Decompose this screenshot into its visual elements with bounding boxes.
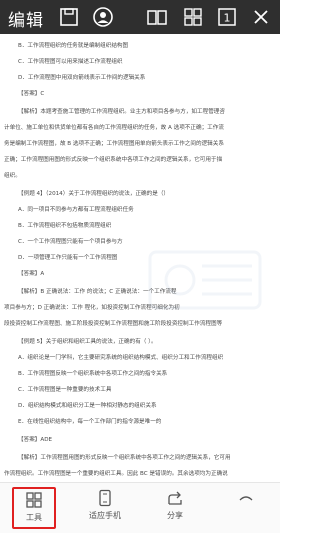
collapse-button[interactable] [224,487,268,529]
doc-line: 段投资控制工作流程图、施工阶段投资控制工作流程图和施工阶段投资控制工作流程图等 [4,321,223,327]
doc-line: A．同一项目不同参与方都有工程流程组织任务 [18,207,134,213]
doc-line: 【解析】本题考查施工管理的工作流程组织。业主方和项目各参与方，如工程管理咨 [18,109,225,115]
share-label: 分享 [167,511,183,520]
doc-line: 务是编制工作流程图，故 B 选项不正确；工作流程图用单向箭头表示工作之间的逻辑关… [4,141,224,147]
fit-phone-button[interactable]: 适应手机 [83,487,127,529]
doc-line: 计单位、施工单位和供货单位都有各自的工作流程组织的任务，故 A 选项不正确；工作… [4,125,224,131]
doc-line: C．工作流程图是一种重要的技术工具 [18,387,112,393]
doc-line: 【例题 4】（2014）关于工作流程组织的说法，正确的是（） [18,191,170,197]
svg-text:1: 1 [224,12,231,25]
doc-line: 【答案】ADE [18,437,53,443]
doc-line: 组织。 [4,173,21,179]
doc-line: D．工作流程图中用双向箭线表示工作间的逻辑关系 [18,75,146,81]
doc-line: B．工作流程组织的任务就是编制组织结构图 [18,43,129,49]
share-button[interactable]: 分享 [153,487,197,529]
doc-line: 【解析】工作流程图用图的形式反映一个组织系统中各项工作之间的逻辑关系，它可用 [18,455,231,461]
save-icon[interactable] [58,6,80,28]
doc-line: B．工作流程组织不包括物质流程组织 [18,223,112,229]
doc-line: 正确；工作流程图用图的形式反映一个组织系统中各项工作之间的逻辑关系，它可用于描 [4,157,223,163]
phone-fit-icon [99,489,111,507]
doc-line: C．一个工作流程图只能有一个项目参与方 [18,239,123,245]
doc-line: 【答案】A [18,271,45,277]
close-icon[interactable] [250,6,272,28]
grid-icon [26,492,42,508]
top-toolbar: 编辑 1 [0,0,280,34]
doc-line: B．工作流程图反映一个组织系统中各项工作之间的指令关系 [18,371,168,377]
doc-line: 项目参与方；D 正确说法：工作 程化，如投资控制工作流程可细化为初 [4,305,180,311]
book-icon[interactable] [146,6,168,28]
share-icon [168,491,182,505]
doc-line: 【解析】B 正确说法：工作 的说法；C 正确说法：一个工作流程 [18,289,177,295]
bottom-toolbar: 工具 适应手机 分享 [0,482,280,533]
doc-line: E．在线性组织结构中，每一个工作部门的指令源是唯一的 [18,419,162,425]
doc-line: 作流程组织。工作流程图是一个重要的组织工具。因此 BC 是错误的。其余选项均为正… [4,471,228,477]
doc-line: D．组织结构模式和组织分工是一种相对静态的组织关系 [18,403,157,409]
edit-title[interactable]: 编辑 [8,6,44,31]
page-number-icon[interactable]: 1 [216,6,238,28]
avatar-icon[interactable] [92,6,114,28]
tools-label: 工具 [26,513,42,522]
fit-phone-label: 适应手机 [89,511,121,520]
doc-line: D．一项管理工作只能有一个工作流程图 [18,255,118,261]
thumbnails-icon[interactable] [182,6,204,28]
doc-line: C．工作流程图可以用来描述工作流程组织 [18,59,123,65]
document-page: B．工作流程组织的任务就是编制组织结构图 C．工作流程图可以用来描述工作流程组织… [0,34,280,482]
watermark-graphic [140,244,270,324]
doc-line: 【例题 5】关于组织和组织工具的说法，正确的有（ ）。 [18,339,157,345]
doc-line: A．组织论是一门学科，它主要研究系统的组织结构模式、组织分工和工作流程组织 [18,355,224,361]
tools-button[interactable]: 工具 [12,487,56,529]
collapse-icon [239,496,253,501]
doc-line: 【答案】C [18,91,45,97]
